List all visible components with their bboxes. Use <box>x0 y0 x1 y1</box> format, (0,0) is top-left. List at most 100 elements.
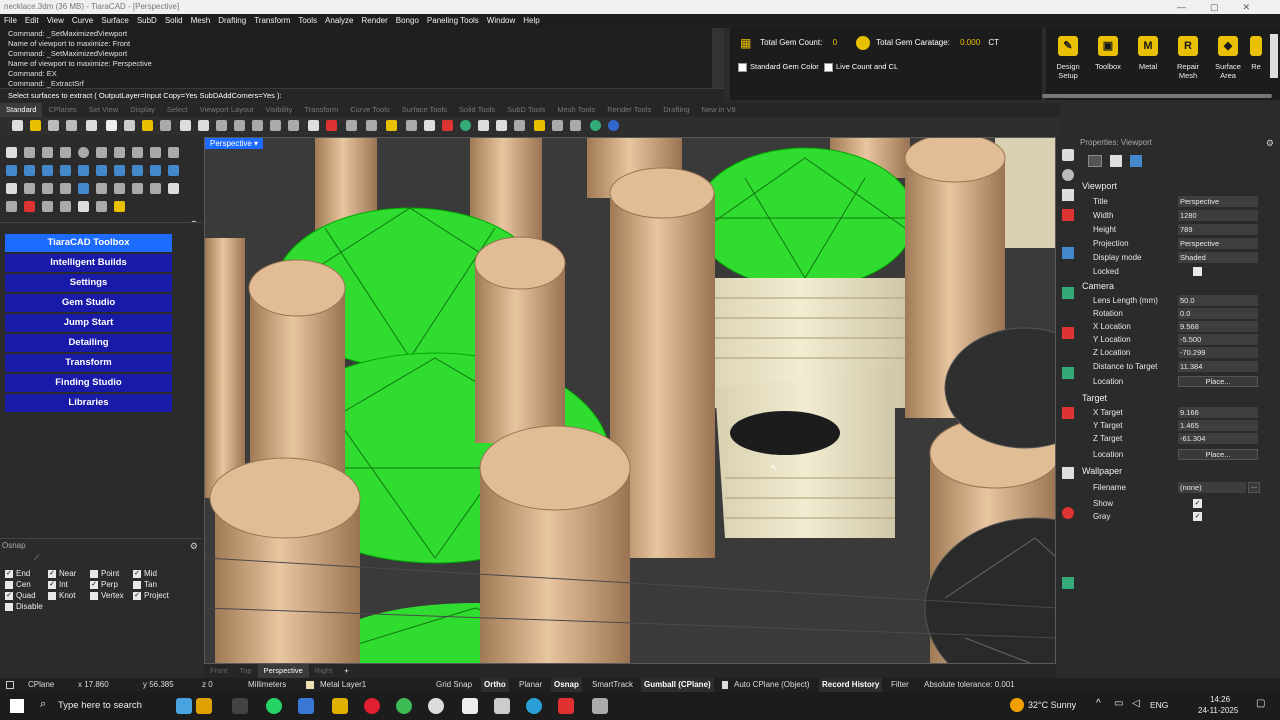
gumball-icon[interactable] <box>1062 287 1074 299</box>
standard-gem-color-checkbox[interactable] <box>738 62 747 72</box>
pinterest-icon[interactable] <box>364 698 380 714</box>
menu-drafting[interactable]: Drafting <box>214 14 250 28</box>
tab-subd-tools[interactable]: SubD Tools <box>501 103 551 117</box>
display-mode-icon[interactable] <box>1062 149 1074 161</box>
windows-start-icon[interactable] <box>10 699 24 713</box>
target-place-button[interactable]: Place... <box>1178 449 1258 460</box>
cut-icon[interactable] <box>106 120 117 131</box>
whatsapp-icon[interactable] <box>266 698 282 714</box>
grid-snap-toggle[interactable]: Grid Snap <box>436 678 472 692</box>
zoom-icon[interactable] <box>216 120 227 131</box>
network-srf-icon[interactable] <box>96 165 107 176</box>
clipboard-icon[interactable] <box>142 120 153 131</box>
prop-display-select[interactable]: Shaded <box>1178 252 1258 263</box>
viewport-title[interactable]: Perspective ▾ <box>205 138 264 149</box>
fillet-curve-icon[interactable] <box>168 147 179 158</box>
tiaracad-icon[interactable] <box>592 698 608 714</box>
transform-strip-icon[interactable] <box>1062 209 1074 221</box>
dimension-icon[interactable] <box>24 201 35 212</box>
menu-solid[interactable]: Solid <box>161 14 187 28</box>
split-icon[interactable] <box>78 183 89 194</box>
menu-view[interactable]: View <box>43 14 68 28</box>
planar-toggle[interactable]: Planar <box>519 678 542 692</box>
color-wheel-icon[interactable] <box>460 120 471 131</box>
materials-strip-icon[interactable] <box>1062 407 1074 419</box>
tab-viewport-layout[interactable]: Viewport Layout <box>194 103 260 117</box>
prop-yloc-field[interactable]: -5.500 <box>1178 334 1258 345</box>
app-arrow-icon[interactable] <box>298 698 314 714</box>
tab-render-tools[interactable]: Render Tools <box>601 103 657 117</box>
osnap-vertex[interactable]: Vertex <box>90 591 124 600</box>
select-arrow-icon[interactable] <box>6 147 17 158</box>
camera-strip-icon[interactable] <box>1062 507 1074 519</box>
osnap-knot[interactable]: Knot <box>48 591 75 600</box>
status-window-icon[interactable] <box>6 681 14 689</box>
menu-analyze[interactable]: Analyze <box>321 14 357 28</box>
render-strip-icon[interactable] <box>1062 367 1074 379</box>
standard-gem-color-toggle[interactable]: Standard Gem Color <box>738 62 819 72</box>
toolbox-button[interactable]: ▣ Toolbox <box>1088 36 1128 71</box>
env-icon[interactable] <box>1062 467 1074 479</box>
prop-height-field[interactable]: 789 <box>1178 224 1258 235</box>
prop-projection-select[interactable]: Perspective <box>1178 238 1258 249</box>
app-web-icon[interactable] <box>428 698 444 714</box>
notification-icon[interactable]: ▢ <box>1256 698 1265 709</box>
boolean-icon[interactable] <box>6 183 17 194</box>
osnap-vertex-checkbox[interactable] <box>90 591 98 600</box>
osnap-quad[interactable]: ✓ Quad <box>5 591 36 600</box>
grid-icon[interactable] <box>552 120 563 131</box>
weather-text[interactable]: 32°C Sunny <box>1028 700 1076 710</box>
circle-icon[interactable] <box>78 147 89 158</box>
box-icon[interactable] <box>114 165 125 176</box>
menu-file[interactable]: File <box>0 14 21 28</box>
named-view-icon[interactable] <box>346 120 357 131</box>
revolve-icon[interactable] <box>60 165 71 176</box>
chrome-icon[interactable] <box>396 698 412 714</box>
rectangle-icon[interactable] <box>132 147 143 158</box>
osnap-point[interactable]: Point <box>90 569 119 578</box>
polyline-icon[interactable] <box>42 147 53 158</box>
print-icon[interactable] <box>66 120 77 131</box>
tab-perspective[interactable]: Perspective <box>257 664 309 678</box>
status-cplane[interactable]: CPlane <box>28 678 54 692</box>
rotate-icon[interactable] <box>114 183 125 194</box>
live-count-toggle[interactable]: Live Count and CL <box>824 62 898 72</box>
osnap-gear-icon[interactable]: ⚙ <box>190 541 198 552</box>
materials-icon[interactable] <box>590 120 601 131</box>
libraries-button[interactable]: Libraries <box>5 394 172 412</box>
zoom-selected-icon[interactable] <box>270 120 281 131</box>
tab-visibility[interactable]: Visibility <box>259 103 298 117</box>
four-view-icon[interactable] <box>308 120 319 131</box>
osnap-end-checkbox[interactable]: ✓ <box>5 569 13 578</box>
live-count-checkbox[interactable] <box>824 62 833 72</box>
record-history-toggle[interactable]: Record History <box>819 678 883 692</box>
tab-drafting[interactable]: Drafting <box>657 103 695 117</box>
volume-icon[interactable]: ◁ <box>1132 698 1140 709</box>
prop-filename-field[interactable]: (none) <box>1178 482 1246 493</box>
prop-width-field[interactable]: 1280 <box>1178 210 1258 221</box>
design-setup-button[interactable]: ✎ Design Setup <box>1048 36 1088 80</box>
render-props-tab-icon[interactable] <box>1130 155 1142 167</box>
extrude-icon[interactable] <box>24 165 35 176</box>
help-icon[interactable] <box>608 120 619 131</box>
tab-display[interactable]: Display <box>124 103 161 117</box>
osnap-knot-checkbox[interactable] <box>48 591 56 600</box>
prop-xloc-field[interactable]: 9.568 <box>1178 321 1258 332</box>
layer-strip-icon[interactable] <box>1062 189 1074 201</box>
detailing-button[interactable]: Detailing <box>5 334 172 352</box>
trim-icon[interactable] <box>60 183 71 194</box>
add-viewport-button[interactable]: + <box>338 664 354 678</box>
set-view-icon[interactable] <box>366 120 377 131</box>
menu-mesh[interactable]: Mesh <box>187 14 215 28</box>
pan-hand-icon[interactable] <box>180 120 191 131</box>
prop-zloc-field[interactable]: -70.299 <box>1178 347 1258 358</box>
undo-icon[interactable] <box>160 120 171 131</box>
loft-icon[interactable] <box>42 165 53 176</box>
ortho-toggle[interactable]: Ortho <box>481 678 509 692</box>
edge-icon[interactable] <box>526 698 542 714</box>
tab-front[interactable]: Front <box>204 664 234 678</box>
osnap-point-checkbox[interactable] <box>90 569 98 578</box>
options-icon[interactable] <box>514 120 525 131</box>
menu-paneling-tools[interactable]: Paneling Tools <box>423 14 483 28</box>
tab-set-view[interactable]: Set View <box>83 103 124 117</box>
